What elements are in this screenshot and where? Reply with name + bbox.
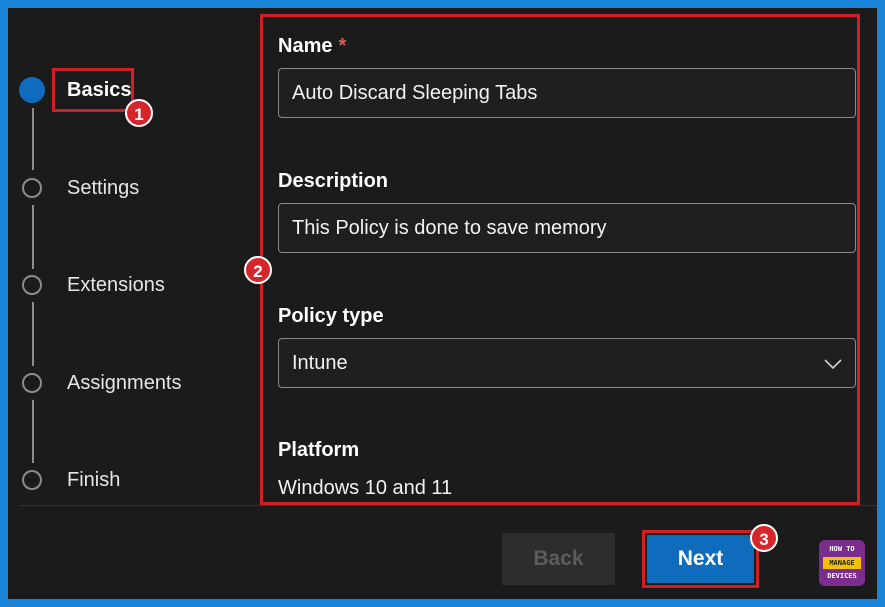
- step-label: Finish: [67, 469, 121, 491]
- annotation-badge-1: 1: [125, 99, 153, 127]
- step-label: Extensions: [67, 274, 165, 296]
- footer-divider: [20, 505, 877, 506]
- step-pending-icon: [22, 178, 42, 198]
- step-connector: [32, 302, 34, 366]
- step-pending-icon: [22, 373, 42, 393]
- annotation-badge-2: 2: [244, 256, 272, 284]
- name-input[interactable]: Auto Discard Sleeping Tabs: [278, 68, 856, 118]
- wizard-window: Basics Settings Extensions Assignments F…: [8, 8, 877, 599]
- step-connector: [32, 205, 34, 269]
- policy-type-select[interactable]: Intune: [278, 338, 856, 388]
- step-connector: [32, 108, 34, 170]
- back-button[interactable]: Back: [502, 533, 615, 585]
- policy-type-value: Intune: [292, 351, 348, 374]
- logo-line-2: MANAGE: [823, 557, 861, 569]
- platform-value: Windows 10 and 11: [278, 477, 453, 499]
- how-to-manage-devices-logo: HOW TO MANAGE DEVICES: [819, 540, 865, 586]
- step-label: Assignments: [67, 372, 182, 394]
- step-connector: [32, 400, 34, 463]
- step-label: Settings: [67, 177, 140, 199]
- step-active-icon: [19, 77, 45, 103]
- next-button[interactable]: Next: [647, 535, 754, 583]
- highlight-box-basics: [52, 68, 134, 112]
- required-marker: *: [338, 35, 347, 57]
- name-label-text: Name: [278, 35, 333, 57]
- step-pending-icon: [22, 470, 42, 490]
- logo-line-3: DEVICES: [827, 572, 857, 580]
- next-button-highlight: Next: [642, 530, 759, 588]
- name-input-value: Auto Discard Sleeping Tabs: [292, 81, 538, 104]
- name-label: Name *: [278, 35, 346, 58]
- description-label: Description: [278, 170, 389, 192]
- logo-line-1: HOW TO: [829, 545, 855, 553]
- description-input-value: This Policy is done to save memory: [292, 216, 607, 239]
- platform-label: Platform: [278, 439, 360, 461]
- step-pending-icon: [22, 275, 42, 295]
- description-input[interactable]: This Policy is done to save memory: [278, 203, 856, 253]
- chevron-down-icon: [824, 359, 842, 370]
- policy-type-label: Policy type: [278, 305, 384, 327]
- annotation-badge-3: 3: [750, 524, 778, 552]
